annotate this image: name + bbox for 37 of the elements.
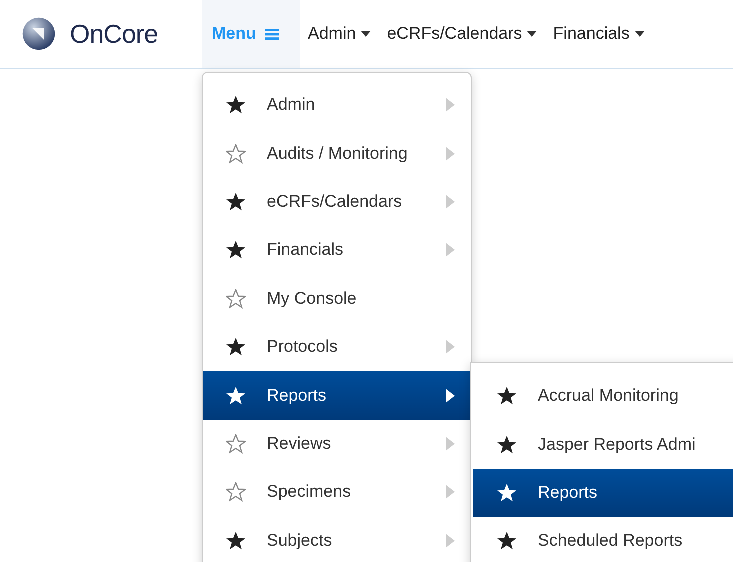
menu-item[interactable]: Admin bbox=[203, 81, 471, 130]
filled-star-icon[interactable] bbox=[497, 482, 517, 503]
caret-icon bbox=[361, 31, 372, 37]
outline-star-icon[interactable] bbox=[226, 434, 246, 454]
filled-star-icon[interactable] bbox=[497, 531, 517, 552]
submenu-item[interactable]: Scheduled Reports bbox=[473, 517, 733, 562]
menu-item[interactable]: Specimens bbox=[203, 468, 471, 517]
menu-item[interactable]: My Console bbox=[203, 274, 471, 323]
filled-star-icon[interactable] bbox=[226, 95, 246, 116]
outline-star-icon[interactable] bbox=[226, 482, 246, 502]
filled-star-icon[interactable] bbox=[497, 434, 517, 455]
filled-star-icon[interactable] bbox=[226, 386, 246, 406]
menu-item[interactable]: Audits / Monitoring bbox=[203, 129, 471, 178]
submenu-item[interactable]: Reports bbox=[473, 468, 733, 518]
submenu-item[interactable]: Accrual Monitoring bbox=[473, 372, 733, 420]
menu-item[interactable]: Financials bbox=[203, 226, 471, 275]
menu-item[interactable]: Reviews bbox=[203, 420, 471, 468]
filled-star-icon[interactable] bbox=[226, 337, 246, 358]
logo-text: OnCore bbox=[70, 18, 158, 50]
filled-star-icon[interactable] bbox=[226, 530, 246, 551]
menu-icon bbox=[265, 28, 280, 40]
filled-star-icon[interactable] bbox=[226, 240, 246, 260]
nav-dropdown[interactable]: eCRFs/Calendars bbox=[379, 0, 546, 68]
menu-item[interactable]: Protocols bbox=[203, 322, 471, 372]
menu-item[interactable]: Subjects bbox=[203, 516, 471, 562]
menu-item[interactable]: Reports bbox=[203, 371, 471, 420]
filled-star-icon[interactable] bbox=[497, 386, 517, 406]
nav-dropdown[interactable]: Financials bbox=[545, 0, 653, 68]
logo-icon bbox=[22, 17, 56, 51]
nav-dropdown[interactable]: Admin bbox=[300, 0, 380, 68]
submenu-item[interactable]: Jasper Reports Admi bbox=[473, 420, 733, 469]
filled-star-icon[interactable] bbox=[226, 192, 246, 212]
outline-star-icon[interactable] bbox=[226, 144, 246, 164]
caret-icon bbox=[634, 31, 645, 37]
caret-icon bbox=[527, 31, 538, 37]
menu-item[interactable]: eCRFs/Calendars bbox=[203, 178, 471, 226]
outline-star-icon[interactable] bbox=[226, 288, 246, 309]
